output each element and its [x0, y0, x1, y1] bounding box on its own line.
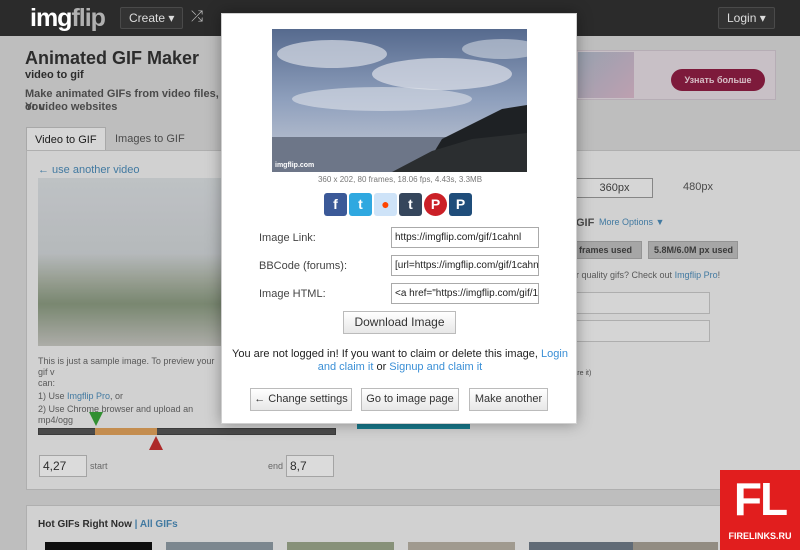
gif-created-modal: imgflip.com 360 x 202, 80 frames, 18.06 …: [221, 13, 577, 424]
firelinks-logo-text: FL: [733, 473, 788, 525]
twitter-icon[interactable]: t: [349, 193, 372, 216]
bbcode-label: BBCode (forums):: [259, 260, 348, 272]
go-to-image-page-button[interactable]: Go to image page: [361, 388, 459, 411]
reddit-icon[interactable]: ●: [374, 193, 397, 216]
make-another-button[interactable]: Make another: [469, 388, 548, 411]
firelinks-watermark: FL FIRELINKS.RU: [720, 470, 800, 550]
image-html-field[interactable]: <a href="https://imgflip.com/gif/1c: [391, 283, 539, 304]
gif-preview-image[interactable]: imgflip.com: [272, 29, 527, 172]
gif-metadata: 360 x 202, 80 frames, 18.06 fps, 4.43s, …: [317, 175, 483, 184]
signup-claim-link[interactable]: Signup and claim it: [389, 361, 482, 373]
create-menu-button[interactable]: Create ▾: [120, 7, 184, 29]
facebook-icon[interactable]: f: [324, 193, 347, 216]
download-image-button[interactable]: Download Image: [343, 311, 456, 334]
pinterest-icon[interactable]: P: [424, 193, 447, 216]
shuffle-icon[interactable]: ⤮: [183, 7, 211, 29]
login-message-or: or: [373, 361, 390, 373]
firelinks-domain: FIRELINKS.RU: [728, 531, 792, 541]
image-link-label: Image Link:: [259, 232, 316, 244]
imgflip-watermark: imgflip.com: [275, 162, 315, 169]
change-settings-button[interactable]: ← Change settings: [250, 388, 352, 411]
logo-text-flip: flip: [71, 4, 105, 32]
login-message: You are not logged in! If you want to cl…: [232, 348, 568, 374]
bbcode-field[interactable]: [url=https://imgflip.com/gif/1cahnl]: [391, 255, 539, 276]
tumblr-icon[interactable]: t: [399, 193, 422, 216]
login-menu-button[interactable]: Login ▾: [718, 7, 775, 29]
imgflip-logo[interactable]: imgflip: [30, 4, 106, 32]
image-link-field[interactable]: https://imgflip.com/gif/1cahnl: [391, 227, 539, 248]
logo-text-img: img: [30, 4, 72, 32]
gif-scene: [272, 29, 527, 172]
login-message-text: You are not logged in! If you want to cl…: [232, 348, 542, 360]
image-html-label: Image HTML:: [259, 288, 326, 300]
p-icon[interactable]: P: [449, 193, 472, 216]
